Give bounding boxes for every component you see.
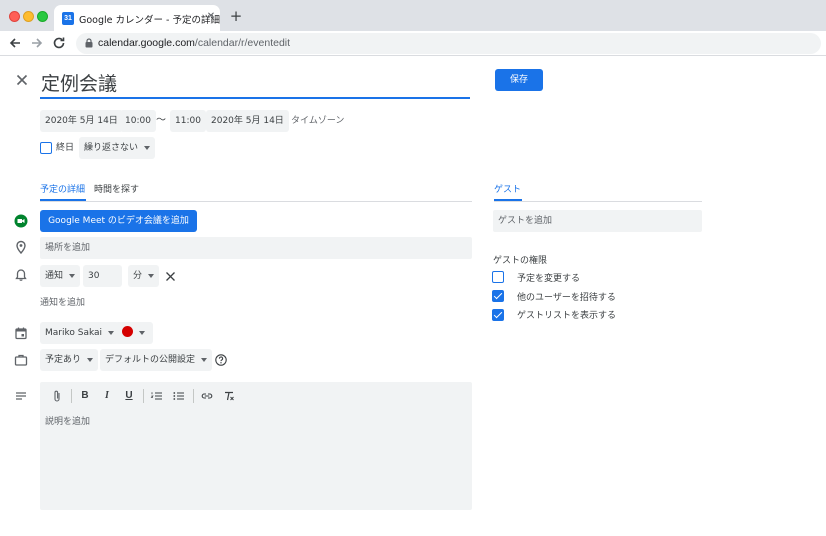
guests-tab-divider	[494, 201, 702, 202]
notification-unit-dropdown[interactable]: 分	[128, 265, 160, 287]
bell-icon	[15, 269, 27, 281]
visibility-value: デフォルトの公開設定	[105, 355, 196, 365]
availability-value: 予定あり	[45, 355, 82, 365]
description-editor[interactable]: B I U 説明を追加	[40, 382, 472, 510]
toolbar-separator	[71, 389, 72, 403]
repeat-value: 繰り返さない	[84, 143, 139, 153]
attachment-icon[interactable]	[50, 389, 64, 403]
url-path: /calendar/r/eventedit	[194, 37, 291, 49]
notification-unit-value: 分	[133, 271, 143, 281]
calendar-owner-value: Mariko Sakai	[45, 328, 103, 338]
browser-chrome: 31 Google カレンダー - 予定の詳細 ✕ + calendar.goo…	[0, 0, 826, 56]
link-icon[interactable]	[200, 389, 214, 403]
start-time-chip[interactable]: 10:00	[120, 110, 156, 132]
perm-modify-event-checkbox[interactable]	[492, 271, 504, 283]
event-color-dropdown[interactable]	[115, 322, 153, 344]
notification-value-input[interactable]: 30	[83, 265, 122, 287]
perm-see-guest-list-checkbox[interactable]	[492, 309, 504, 321]
allday-label: 終日	[56, 143, 75, 153]
url-host: calendar.google.com	[98, 37, 195, 49]
description-placeholder: 説明を追加	[45, 417, 91, 427]
location-pin-icon	[16, 240, 26, 254]
calendar-icon	[15, 327, 27, 340]
calendar-owner-dropdown[interactable]: Mariko Sakai	[40, 322, 120, 344]
perm-invite-others-checkbox[interactable]	[492, 290, 504, 302]
start-date-chip[interactable]: 2020年 5月 14日	[40, 110, 123, 132]
perm-invite-others-label: 他のユーザーを招待する	[517, 293, 616, 303]
window-minimize-button[interactable]	[23, 11, 34, 22]
notification-type-dropdown[interactable]: 通知	[40, 265, 81, 287]
bulleted-list-icon[interactable]	[172, 389, 186, 403]
visibility-dropdown[interactable]: デフォルトの公開設定	[100, 349, 213, 371]
timezone-link[interactable]: タイムゾーン	[291, 110, 344, 132]
caret-down-icon	[144, 145, 151, 150]
plus-icon[interactable]: +	[229, 9, 243, 24]
caret-down-icon	[148, 273, 155, 278]
tab-divider	[40, 201, 472, 202]
toolbar-separator	[193, 389, 194, 403]
event-edit-page: 定例会議 保存 2020年 5月 14日 10:00 〜 11:00 2020年…	[0, 56, 826, 536]
perm-see-guest-list-label: ゲストリストを表示する	[517, 311, 617, 321]
guest-permissions-title: ゲストの権限	[493, 256, 548, 266]
end-time-chip[interactable]: 11:00	[170, 110, 206, 132]
window-maximize-button[interactable]	[37, 11, 48, 22]
add-notification-link[interactable]: 通知を追加	[40, 292, 85, 314]
bold-icon[interactable]: B	[78, 389, 92, 403]
editor-toolbar: B I U	[40, 382, 472, 409]
calendar-favicon-icon: 31	[62, 12, 74, 25]
google-meet-icon	[14, 214, 28, 228]
perm-modify-event-label: 予定を変更する	[517, 274, 581, 284]
tab-guests[interactable]: ゲスト	[494, 182, 521, 195]
clear-format-icon[interactable]	[222, 389, 236, 403]
caret-down-icon	[108, 330, 115, 335]
caret-down-icon	[201, 357, 208, 362]
underline-icon[interactable]: U	[122, 389, 136, 403]
event-title-field[interactable]: 定例会議	[40, 66, 470, 99]
italic-icon[interactable]: I	[100, 389, 114, 403]
event-title: 定例会議	[41, 73, 118, 95]
window-close-button[interactable]	[9, 11, 20, 22]
reload-icon[interactable]	[51, 35, 67, 51]
browser-tab-calendar[interactable]: 31 Google カレンダー - 予定の詳細 ✕	[54, 5, 220, 32]
tab-bar: 31 Google カレンダー - 予定の詳細 ✕ +	[0, 0, 826, 32]
tab-event-details[interactable]: 予定の詳細	[40, 182, 85, 195]
tab-find-time[interactable]: 時間を探す	[94, 182, 139, 195]
save-button[interactable]: 保存	[495, 69, 543, 91]
caret-down-icon	[69, 273, 76, 278]
event-color-swatch	[122, 326, 133, 337]
description-icon	[16, 392, 26, 400]
add-guest-input[interactable]: ゲストを追加	[493, 210, 702, 232]
back-arrow-icon[interactable]	[7, 35, 23, 51]
caret-down-icon	[87, 357, 94, 362]
tab-title: Google カレンダー - 予定の詳細	[79, 15, 220, 26]
browser-toolbar: calendar.google.com/calendar/r/eventedit	[0, 31, 826, 56]
allday-checkbox[interactable]	[40, 142, 52, 154]
help-icon[interactable]	[215, 354, 227, 366]
remove-notification-icon[interactable]	[165, 271, 176, 282]
availability-dropdown[interactable]: 予定あり	[40, 349, 99, 371]
caret-down-icon	[139, 330, 145, 335]
lock-icon	[85, 38, 93, 48]
repeat-dropdown[interactable]: 繰り返さない	[79, 137, 156, 159]
numbered-list-icon[interactable]	[150, 389, 164, 403]
time-separator: 〜	[156, 115, 166, 126]
close-icon[interactable]: ✕	[205, 11, 217, 23]
briefcase-icon	[14, 354, 28, 366]
add-google-meet-button[interactable]: Google Meet のビデオ会議を追加	[40, 210, 197, 232]
notification-type-value: 通知	[45, 271, 64, 281]
url-text: calendar.google.com/calendar/r/eventedit	[98, 37, 290, 49]
close-icon[interactable]	[14, 72, 30, 88]
toolbar-separator	[143, 389, 144, 403]
end-date-chip[interactable]: 2020年 5月 14日	[206, 110, 289, 132]
address-bar[interactable]: calendar.google.com/calendar/r/eventedit	[76, 33, 821, 54]
location-input[interactable]: 場所を追加	[40, 237, 472, 259]
forward-arrow-icon[interactable]	[29, 35, 45, 51]
